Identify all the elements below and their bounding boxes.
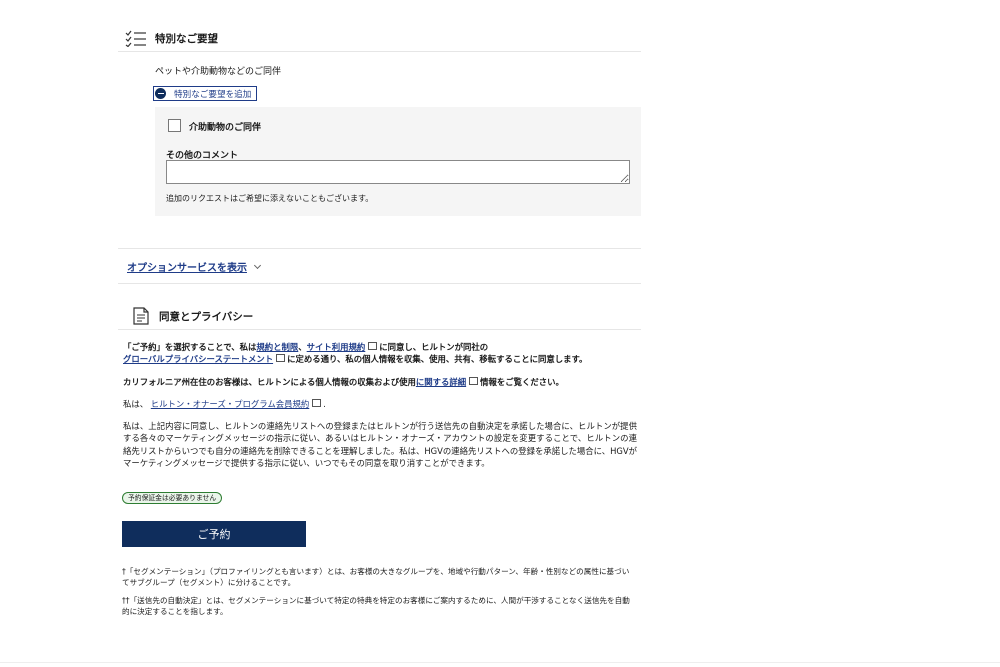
divider [118, 283, 641, 284]
toggle-special-requests-label: 特別なご要望を追加 [174, 89, 252, 100]
page-bottom-divider [0, 662, 1000, 663]
other-comment-field[interactable] [166, 160, 630, 184]
divider [118, 51, 641, 52]
footnote-segmentation: †「セグメンテーション」（プロファイリングとも言います）とは、お客様の大きなグル… [122, 567, 630, 587]
external-link-icon [312, 399, 322, 407]
site-terms-link[interactable]: サイト利用規約 [307, 342, 366, 352]
deposit-badge: 予約保証金は必要ありません [122, 492, 223, 504]
book-button[interactable]: ご予約 [122, 521, 306, 547]
terms-link[interactable]: 規約と制限 [256, 342, 298, 352]
checklist-icon [125, 29, 147, 48]
toggle-special-requests-button[interactable]: 特別なご要望を追加 [153, 86, 257, 101]
request-note: 追加のリクエストはご希望に添えないこともございます。 [166, 194, 374, 203]
external-link-icon [368, 342, 378, 350]
external-link-icon [276, 354, 286, 363]
show-options-link[interactable]: オプションサービスを表示 [127, 259, 262, 274]
service-animal-label: 介助動物のご同伴 [189, 123, 262, 133]
consent-paragraph-1: 「ご予約」を選択することで、私は規約と制限、サイト利用規約 に同意し、ヒルトンが同… [123, 342, 588, 365]
consent-paragraph-4: 私は、上記内容に同意し、ヒルトンの連絡先リストへの登録またはヒルトンが行う送信先… [123, 421, 637, 469]
consent-paragraph-2: カリフォルニア州在住のお客様は、ヒルトンによる個人情報の収集および使用に関する詳… [123, 377, 564, 387]
chevron-down-icon [254, 261, 262, 270]
california-details-link[interactable]: に関する詳細 [416, 377, 466, 387]
divider [118, 248, 641, 249]
honors-terms-link[interactable]: ヒルトン・オナーズ・プログラム会員規約 [151, 399, 309, 409]
document-icon [133, 305, 149, 325]
special-requests-subtitle: ペットや介助動物などのご同伴 [155, 67, 282, 77]
show-options-label: オプションサービスを表示 [127, 263, 247, 274]
consent-title: 同意とプライバシー [159, 311, 254, 323]
divider [118, 329, 641, 330]
consent-paragraph-3: 私は、 ヒルトン・オナーズ・プログラム会員規約. [123, 399, 326, 409]
external-link-icon [469, 377, 479, 385]
special-requests-title: 特別なご要望 [155, 33, 218, 45]
minus-circle-icon [155, 88, 166, 99]
service-animal-checkbox[interactable] [168, 119, 181, 132]
footnote-automated-decision: ††「送信先の自動決定」とは、セグメンテーションに基づいて特定の特典を特定のお客… [122, 596, 630, 616]
privacy-statement-link[interactable]: グローバルプライバシーステートメント [123, 354, 273, 364]
